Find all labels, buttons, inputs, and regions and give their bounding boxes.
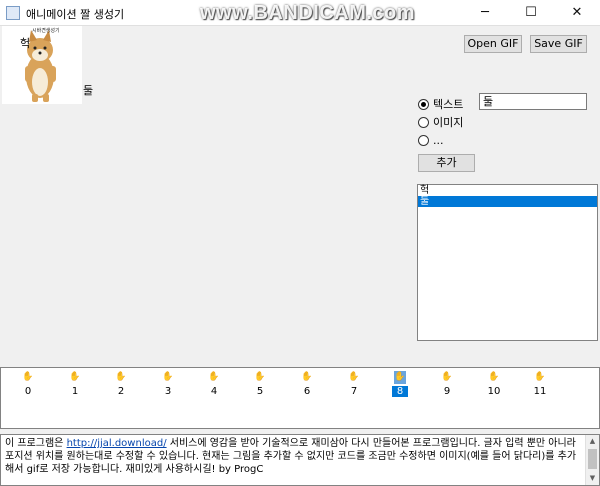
bandicam-watermark: www.BANDICAM.com	[200, 2, 416, 24]
frame-thumbnail: ✋	[488, 372, 500, 382]
window-title: 애니메이션 짤 생성기	[26, 8, 125, 21]
scroll-down-icon[interactable]: ▼	[586, 472, 599, 485]
radio-image[interactable]: 이미지	[418, 114, 463, 130]
description-link[interactable]: http://jjal.download/	[67, 438, 167, 449]
frame-thumbnail: ✋	[208, 372, 220, 382]
frame-number: 0	[24, 386, 32, 397]
frame-2[interactable]: ✋ 2	[113, 371, 129, 401]
frame-number: 7	[350, 386, 358, 397]
frames-panel: ✋ 0 ✋ 1 ✋ 2 ✋ 3 ✋ 4 ✋ 5 ✋ 6 ✋ 7 ✋ 8 ✋ 9 ✋ 10 ✋ 11	[0, 367, 600, 429]
radio-indicator[interactable]	[418, 116, 429, 128]
overlay-text[interactable]: 헉	[20, 35, 30, 51]
gif-canvas[interactable]: 시바견생성기 헉 둘	[0, 26, 410, 366]
frame-1[interactable]: ✋ 1	[67, 371, 83, 401]
frame-0[interactable]: ✋ 0	[20, 371, 36, 401]
overlay-text[interactable]: 둘	[83, 82, 93, 98]
frame-number: 3	[164, 386, 172, 397]
frame-11[interactable]: ✋ 11	[532, 371, 548, 401]
frame-thumbnail: ✋	[534, 372, 546, 382]
radio-indicator[interactable]	[418, 134, 429, 146]
frame-4[interactable]: ✋ 4	[206, 371, 222, 401]
frame-3[interactable]: ✋ 3	[160, 371, 176, 401]
list-item-selected[interactable]: 둘	[418, 196, 597, 207]
title-bar: 애니메이션 짤 생성기 www.BANDICAM.com ─ ☐ ✕	[0, 0, 600, 26]
vertical-scrollbar[interactable]: ▲ ▼	[585, 435, 599, 485]
frame-8[interactable]: ✋ 8	[392, 371, 408, 401]
frame-6[interactable]: ✋ 6	[299, 371, 315, 401]
frame-number: 1	[71, 386, 79, 397]
shiba-dog-icon	[2, 26, 82, 104]
frame-number: 11	[533, 386, 547, 397]
app-icon	[6, 6, 20, 20]
frame-thumbnail: ✋	[441, 372, 453, 382]
frame-9[interactable]: ✋ 9	[439, 371, 455, 401]
frame-number: 8	[392, 386, 408, 397]
description-prefix: 이 프로그램은	[5, 438, 67, 449]
frame-number: 9	[443, 386, 451, 397]
add-button[interactable]: 추가	[418, 154, 475, 172]
radio-indicator[interactable]	[418, 98, 429, 110]
frame-number: 5	[256, 386, 264, 397]
frame-thumbnail: ✋	[22, 372, 34, 382]
open-gif-button[interactable]: Open GIF	[464, 35, 522, 53]
layer-listbox[interactable]: 헉 둘	[417, 184, 598, 341]
frame-thumbnail: ✋	[254, 372, 266, 382]
shiba-dog-image: 시바견생성기	[2, 26, 82, 104]
scroll-up-icon[interactable]: ▲	[586, 435, 599, 448]
frame-thumbnail: ✋	[348, 372, 360, 382]
frame-number: 6	[303, 386, 311, 397]
list-item[interactable]: 헉	[418, 185, 597, 196]
close-button[interactable]: ✕	[554, 0, 600, 26]
radio-other[interactable]: ...	[418, 132, 444, 148]
minimize-button[interactable]: ─	[462, 0, 508, 26]
scroll-thumb[interactable]	[588, 449, 597, 469]
frame-number: 10	[487, 386, 501, 397]
radio-label: ...	[433, 133, 444, 147]
frame-thumbnail: ✋	[394, 371, 406, 384]
frame-thumbnail: ✋	[69, 372, 81, 382]
maximize-button[interactable]: ☐	[508, 0, 554, 26]
frame-10[interactable]: ✋ 10	[486, 371, 502, 401]
save-gif-button[interactable]: Save GIF	[530, 35, 587, 53]
frame-number: 2	[117, 386, 125, 397]
radio-text[interactable]: 텍스트	[418, 96, 463, 112]
radio-label: 텍스트	[433, 98, 464, 111]
image-caption: 시바견생성기	[32, 28, 60, 34]
frame-thumbnail: ✋	[162, 372, 174, 382]
radio-label: 이미지	[433, 116, 464, 129]
description-textbox[interactable]: 이 프로그램은 http://jjal.download/ 서비스에 영감을 받…	[0, 434, 600, 486]
frame-thumbnail: ✋	[301, 372, 313, 382]
frame-7[interactable]: ✋ 7	[346, 371, 362, 401]
frame-thumbnail: ✋	[115, 372, 127, 382]
text-input[interactable]: 둘	[479, 93, 587, 110]
frame-number: 4	[210, 386, 218, 397]
frame-5[interactable]: ✋ 5	[252, 371, 268, 401]
